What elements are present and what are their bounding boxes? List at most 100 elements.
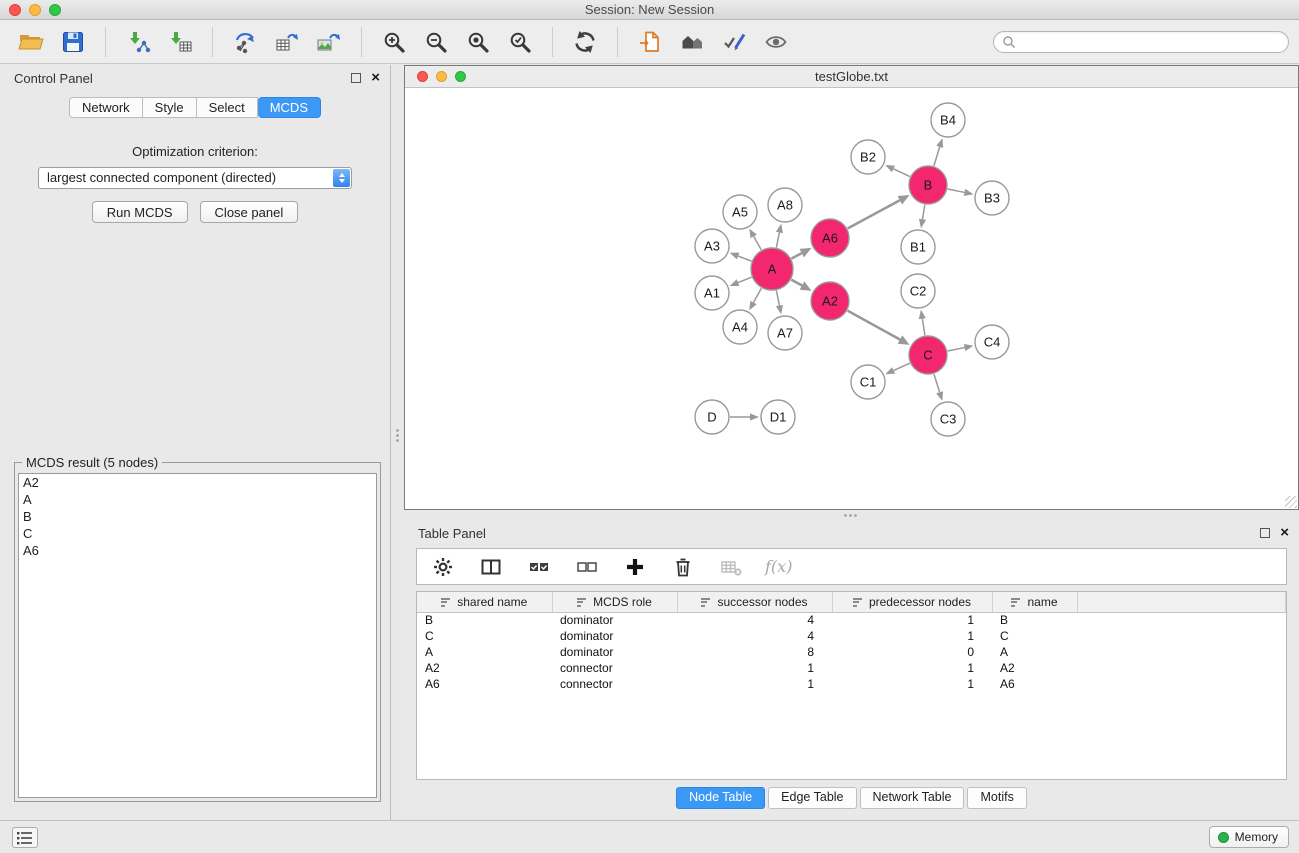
horizontal-splitter-handle[interactable] bbox=[843, 513, 859, 518]
cell-predecessor-nodes[interactable]: 1 bbox=[832, 628, 992, 644]
cell-shared-name[interactable]: A bbox=[417, 644, 552, 660]
graph-node-C2[interactable]: C2 bbox=[901, 274, 935, 308]
column-header-predecessor-nodes[interactable]: predecessor nodes bbox=[832, 592, 992, 612]
cell-MCDS-role[interactable]: connector bbox=[552, 660, 677, 676]
annotation-mode-button[interactable] bbox=[715, 24, 753, 60]
apply-layout-button[interactable] bbox=[566, 24, 604, 60]
cell-successor-nodes[interactable]: 8 bbox=[677, 644, 832, 660]
graph-node-B[interactable]: B bbox=[909, 166, 947, 204]
mcds-result-list[interactable]: A2ABCA6 bbox=[18, 473, 377, 798]
float-table-panel-icon[interactable] bbox=[1260, 528, 1270, 538]
table-row[interactable]: Adominator80A bbox=[417, 644, 1286, 660]
cell-MCDS-role[interactable]: connector bbox=[552, 676, 677, 692]
cell-successor-nodes[interactable]: 4 bbox=[677, 612, 832, 628]
graph-edge[interactable] bbox=[791, 253, 801, 259]
criterion-select[interactable]: largest connected component (directed) bbox=[38, 167, 352, 189]
cell-MCDS-role[interactable]: dominator bbox=[552, 612, 677, 628]
result-item[interactable]: A6 bbox=[19, 542, 376, 559]
resize-grip-icon[interactable] bbox=[1285, 496, 1297, 508]
table-row[interactable]: Cdominator41C bbox=[417, 628, 1286, 644]
graph-node-B1[interactable]: B1 bbox=[901, 230, 935, 264]
graph-edge[interactable] bbox=[894, 363, 910, 370]
graph-node-A3[interactable]: A3 bbox=[695, 229, 729, 263]
fit-content-button[interactable] bbox=[459, 24, 497, 60]
tab-network-table[interactable]: Network Table bbox=[860, 787, 965, 809]
graph-edge[interactable] bbox=[934, 147, 940, 166]
cell-shared-name[interactable]: B bbox=[417, 612, 552, 628]
graph-node-A7[interactable]: A7 bbox=[768, 316, 802, 350]
cell-name[interactable]: C bbox=[992, 628, 1077, 644]
tab-motifs[interactable]: Motifs bbox=[967, 787, 1026, 809]
graph-node-B2[interactable]: B2 bbox=[851, 140, 885, 174]
search-box[interactable] bbox=[993, 31, 1289, 53]
zoom-network-button[interactable] bbox=[455, 71, 466, 82]
graph-node-C1[interactable]: C1 bbox=[851, 365, 885, 399]
cell-shared-name[interactable]: A2 bbox=[417, 660, 552, 676]
graph-edge[interactable] bbox=[754, 288, 762, 302]
graph-node-A5[interactable]: A5 bbox=[723, 195, 757, 229]
graph-node-B3[interactable]: B3 bbox=[975, 181, 1009, 215]
graph-node-C[interactable]: C bbox=[909, 336, 947, 374]
add-column-button[interactable] bbox=[621, 553, 649, 581]
graph-node-A8[interactable]: A8 bbox=[768, 188, 802, 222]
graph-edge[interactable] bbox=[934, 374, 940, 392]
memory-button[interactable]: Memory bbox=[1209, 826, 1289, 848]
close-network-button[interactable] bbox=[417, 71, 428, 82]
cell-shared-name[interactable]: A6 bbox=[417, 676, 552, 692]
cell-predecessor-nodes[interactable]: 0 bbox=[832, 644, 992, 660]
graph-edge[interactable] bbox=[754, 236, 762, 249]
graph-edge[interactable] bbox=[791, 280, 802, 286]
vertical-splitter-handle[interactable] bbox=[395, 428, 400, 444]
tab-node-table[interactable]: Node Table bbox=[676, 787, 765, 809]
close-table-panel-icon[interactable]: × bbox=[1280, 528, 1289, 538]
zoom-window-button[interactable] bbox=[49, 4, 61, 16]
close-window-button[interactable] bbox=[9, 4, 21, 16]
close-panel-button[interactable]: Close panel bbox=[200, 201, 299, 223]
zoom-selected-button[interactable] bbox=[501, 24, 539, 60]
graph-edge[interactable] bbox=[948, 189, 965, 192]
cell-name[interactable]: B bbox=[992, 612, 1077, 628]
graph-edge[interactable] bbox=[948, 348, 965, 351]
select-all-button[interactable] bbox=[525, 553, 553, 581]
run-mcds-button[interactable]: Run MCDS bbox=[92, 201, 188, 223]
show-hide-button[interactable] bbox=[757, 24, 795, 60]
cell-predecessor-nodes[interactable]: 1 bbox=[832, 676, 992, 692]
graph-node-D[interactable]: D bbox=[695, 400, 729, 434]
delete-column-button[interactable] bbox=[669, 553, 697, 581]
graph-node-A4[interactable]: A4 bbox=[723, 310, 757, 344]
save-session-button[interactable] bbox=[54, 24, 92, 60]
cell-name[interactable]: A2 bbox=[992, 660, 1077, 676]
import-network-button[interactable] bbox=[119, 24, 157, 60]
graphics-details-button[interactable] bbox=[631, 24, 669, 60]
table-row[interactable]: A6connector11A6 bbox=[417, 676, 1286, 692]
cell-successor-nodes[interactable]: 1 bbox=[677, 660, 832, 676]
export-network-button[interactable] bbox=[226, 24, 264, 60]
search-input[interactable] bbox=[1020, 35, 1280, 49]
graph-node-C4[interactable]: C4 bbox=[975, 325, 1009, 359]
tab-network[interactable]: Network bbox=[69, 97, 143, 118]
graph-edge[interactable] bbox=[738, 256, 751, 261]
deselect-all-button[interactable] bbox=[573, 553, 601, 581]
minimize-network-button[interactable] bbox=[436, 71, 447, 82]
cell-MCDS-role[interactable]: dominator bbox=[552, 628, 677, 644]
tab-edge-table[interactable]: Edge Table bbox=[768, 787, 856, 809]
column-visibility-button[interactable] bbox=[477, 553, 505, 581]
graph-node-D1[interactable]: D1 bbox=[761, 400, 795, 434]
cell-predecessor-nodes[interactable]: 1 bbox=[832, 612, 992, 628]
import-table-button[interactable] bbox=[161, 24, 199, 60]
float-panel-icon[interactable] bbox=[351, 73, 361, 83]
graph-edge[interactable] bbox=[922, 205, 924, 220]
column-header-MCDS-role[interactable]: MCDS role bbox=[552, 592, 677, 612]
result-item[interactable]: A2 bbox=[19, 474, 376, 491]
network-canvas[interactable]: B4B2BB3A5A8A6A3B1AC2A1A2A4A7CC4C1C3DD1 bbox=[405, 88, 1298, 509]
open-session-button[interactable] bbox=[12, 24, 50, 60]
graph-edge[interactable] bbox=[848, 200, 900, 228]
graph-node-A2[interactable]: A2 bbox=[811, 282, 849, 320]
welcome-screen-button[interactable] bbox=[673, 24, 711, 60]
graph-node-A1[interactable]: A1 bbox=[695, 276, 729, 310]
graph-node-A6[interactable]: A6 bbox=[811, 219, 849, 257]
tab-mcds[interactable]: MCDS bbox=[258, 97, 321, 118]
graph-node-B4[interactable]: B4 bbox=[931, 103, 965, 137]
column-header-shared-name[interactable]: shared name bbox=[417, 592, 552, 612]
cell-shared-name[interactable]: C bbox=[417, 628, 552, 644]
